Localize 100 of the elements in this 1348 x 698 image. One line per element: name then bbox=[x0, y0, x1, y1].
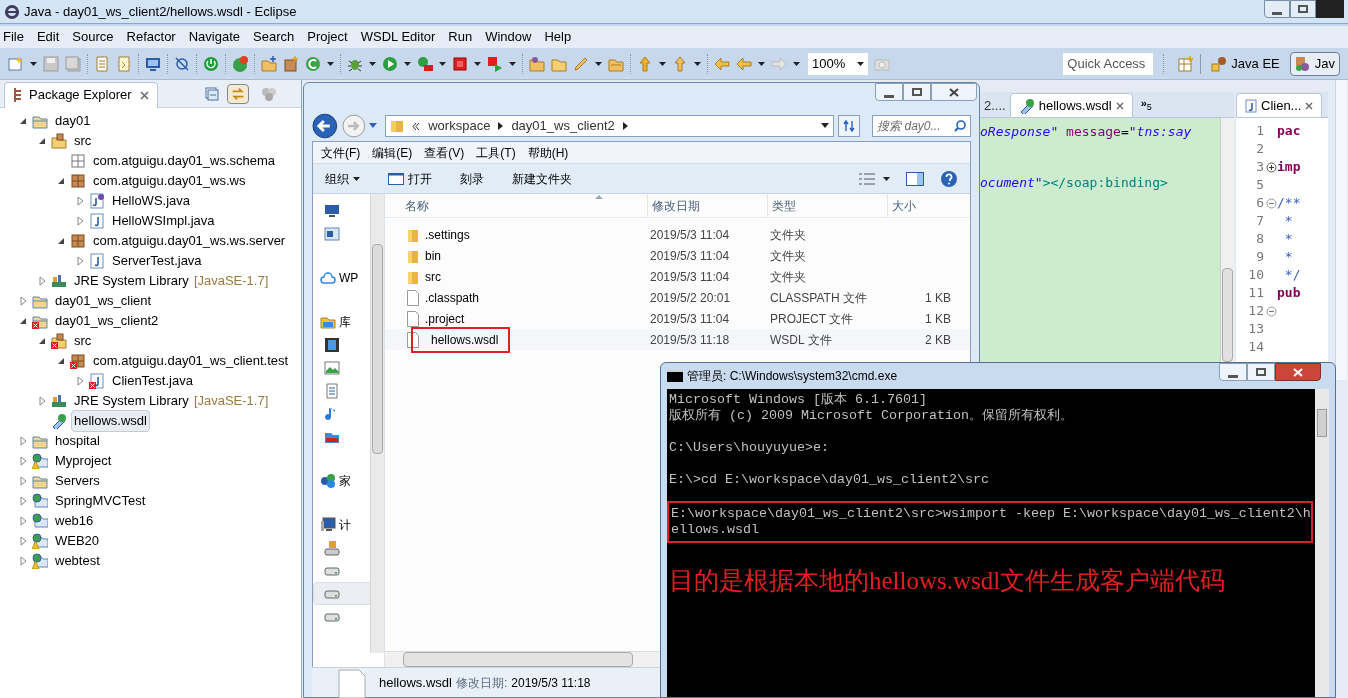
cloud-icon[interactable] bbox=[320, 269, 336, 286]
expanded-arrow-icon[interactable] bbox=[18, 116, 28, 126]
arrow-left-icon[interactable] bbox=[736, 55, 752, 72]
document-icon[interactable] bbox=[324, 382, 340, 399]
tree-item[interactable]: hellows.wsdl bbox=[71, 410, 150, 432]
new-class-icon[interactable] bbox=[305, 55, 321, 72]
collapsed-arrow-icon[interactable] bbox=[18, 496, 28, 506]
collapsed-arrow-icon[interactable] bbox=[75, 196, 85, 206]
dropdown-icon[interactable] bbox=[821, 123, 830, 129]
tree-item[interactable]: hospital bbox=[52, 430, 103, 452]
tree-item[interactable]: JRE System Library bbox=[71, 390, 192, 412]
tree-item[interactable]: src bbox=[71, 330, 95, 352]
perspective-button[interactable]: Jav bbox=[1289, 51, 1340, 76]
expanded-arrow-icon[interactable] bbox=[37, 136, 47, 146]
collapsed-arrow-icon[interactable] bbox=[18, 536, 28, 546]
file-name[interactable]: src bbox=[425, 267, 441, 286]
toolbar-button[interactable]: 新建文件夹 bbox=[512, 169, 572, 188]
expanded-arrow-icon[interactable] bbox=[56, 176, 66, 186]
caret-icon[interactable] bbox=[509, 61, 516, 66]
play-icon[interactable] bbox=[382, 55, 398, 72]
close-icon[interactable] bbox=[139, 90, 149, 100]
homegroup-icon[interactable] bbox=[320, 472, 336, 489]
tree-item[interactable]: ServerTest.java bbox=[109, 250, 205, 272]
document-icon[interactable] bbox=[116, 55, 132, 72]
open-perspective-icon[interactable] bbox=[1178, 55, 1195, 72]
scrollbar-thumb[interactable] bbox=[1222, 268, 1233, 362]
breadcrumb-item[interactable]: workspace bbox=[428, 116, 491, 136]
caret-icon[interactable] bbox=[30, 61, 37, 66]
caret-icon[interactable] bbox=[758, 61, 765, 66]
file-name[interactable]: hellows.wsdl bbox=[411, 326, 511, 353]
caret-icon[interactable] bbox=[439, 61, 446, 66]
tree-item[interactable]: com.atguigu.day01_ws.ws bbox=[90, 170, 249, 192]
menu-item[interactable]: 文件(F) bbox=[321, 143, 361, 162]
caret-icon[interactable] bbox=[327, 61, 334, 66]
minimize-button[interactable] bbox=[1264, 0, 1290, 18]
collapsed-arrow-icon[interactable] bbox=[75, 376, 85, 386]
toolbar-button[interactable]: 刻录 bbox=[460, 169, 484, 188]
collapsed-arrow-icon[interactable] bbox=[18, 456, 28, 466]
caret-icon[interactable] bbox=[694, 61, 701, 66]
picture-icon[interactable] bbox=[324, 359, 340, 376]
editor-tab[interactable]: hellows.wsdl bbox=[1009, 93, 1133, 117]
collapsed-arrow-icon[interactable] bbox=[18, 556, 28, 566]
tree-item[interactable]: HelloWS.java bbox=[109, 190, 194, 212]
menu-item[interactable]: WSDL Editor bbox=[360, 27, 436, 47]
collapsed-arrow-icon[interactable] bbox=[18, 436, 28, 446]
nav-item[interactable]: 计 bbox=[339, 515, 351, 534]
tree-item[interactable]: com.atguigu.day01_ws_client.test bbox=[90, 350, 292, 372]
editor-tab[interactable]: Clien... bbox=[1236, 93, 1323, 117]
expand-icon[interactable] bbox=[1266, 161, 1277, 173]
tree-item[interactable]: Myproject bbox=[52, 450, 115, 472]
close-icon[interactable] bbox=[1115, 101, 1124, 110]
package-explorer-tab[interactable]: Package Explorer bbox=[4, 81, 158, 108]
monitor-icon[interactable] bbox=[145, 55, 161, 72]
menu-item[interactable]: 查看(V) bbox=[424, 143, 465, 162]
expanded-arrow-icon[interactable] bbox=[18, 316, 28, 326]
editor-tab[interactable]: 2.... bbox=[980, 95, 1010, 117]
menu-item[interactable]: 帮助(H) bbox=[527, 143, 569, 162]
expanded-arrow-icon[interactable] bbox=[37, 336, 47, 346]
menu-item[interactable]: 工具(T) bbox=[476, 143, 516, 162]
column-header[interactable]: 名称 bbox=[385, 194, 647, 217]
file-name[interactable]: .settings bbox=[425, 225, 470, 244]
tree-item[interactable]: day01_ws_client bbox=[52, 290, 155, 312]
preview-pane-icon[interactable] bbox=[906, 171, 924, 186]
document-icon[interactable] bbox=[94, 55, 110, 72]
column-header[interactable]: 修改日期 bbox=[647, 194, 767, 217]
collapsed-arrow-icon[interactable] bbox=[37, 276, 47, 286]
column-header[interactable]: 类型 bbox=[767, 194, 887, 217]
nav-item[interactable]: 库 bbox=[339, 312, 351, 331]
back-button[interactable] bbox=[312, 113, 338, 139]
open-folder-icon[interactable] bbox=[529, 55, 545, 72]
caret-icon[interactable] bbox=[659, 61, 666, 66]
caret-icon[interactable] bbox=[404, 61, 411, 66]
pen-icon[interactable] bbox=[573, 55, 589, 72]
maximize-button[interactable] bbox=[1247, 363, 1275, 381]
tree-item[interactable]: com.atguigu.day01_ws.schema bbox=[90, 150, 279, 172]
video-icon[interactable] bbox=[324, 336, 340, 353]
collapsed-arrow-icon[interactable] bbox=[18, 476, 28, 486]
chevron-right-icon[interactable] bbox=[498, 122, 504, 130]
power-icon[interactable] bbox=[203, 55, 219, 72]
expanded-arrow-icon[interactable] bbox=[56, 356, 66, 366]
tree-item[interactable]: day01 bbox=[52, 110, 94, 132]
menu-item[interactable]: Help bbox=[544, 27, 572, 47]
menu-item[interactable]: 编辑(E) bbox=[372, 143, 413, 162]
expanded-arrow-icon[interactable] bbox=[56, 236, 66, 246]
filter-icon[interactable] bbox=[261, 86, 277, 101]
caret-icon[interactable] bbox=[369, 61, 376, 66]
breakpoint-icon[interactable] bbox=[174, 55, 190, 72]
menu-item[interactable]: Refactor bbox=[126, 27, 176, 47]
collapsed-arrow-icon[interactable] bbox=[75, 216, 85, 226]
caret-icon[interactable] bbox=[793, 61, 800, 66]
menu-item[interactable]: Run bbox=[448, 27, 473, 47]
close-button[interactable] bbox=[931, 83, 977, 101]
close-button[interactable] bbox=[1275, 363, 1321, 381]
new-class-icon[interactable] bbox=[283, 55, 299, 72]
tree-item[interactable]: webtest bbox=[52, 550, 103, 572]
new-package-icon[interactable] bbox=[261, 55, 277, 72]
collapse-icon[interactable] bbox=[1266, 305, 1277, 317]
view-options-icon[interactable] bbox=[859, 172, 875, 185]
minimize-button[interactable] bbox=[1219, 363, 1247, 381]
tree-item[interactable]: Servers bbox=[52, 470, 103, 492]
